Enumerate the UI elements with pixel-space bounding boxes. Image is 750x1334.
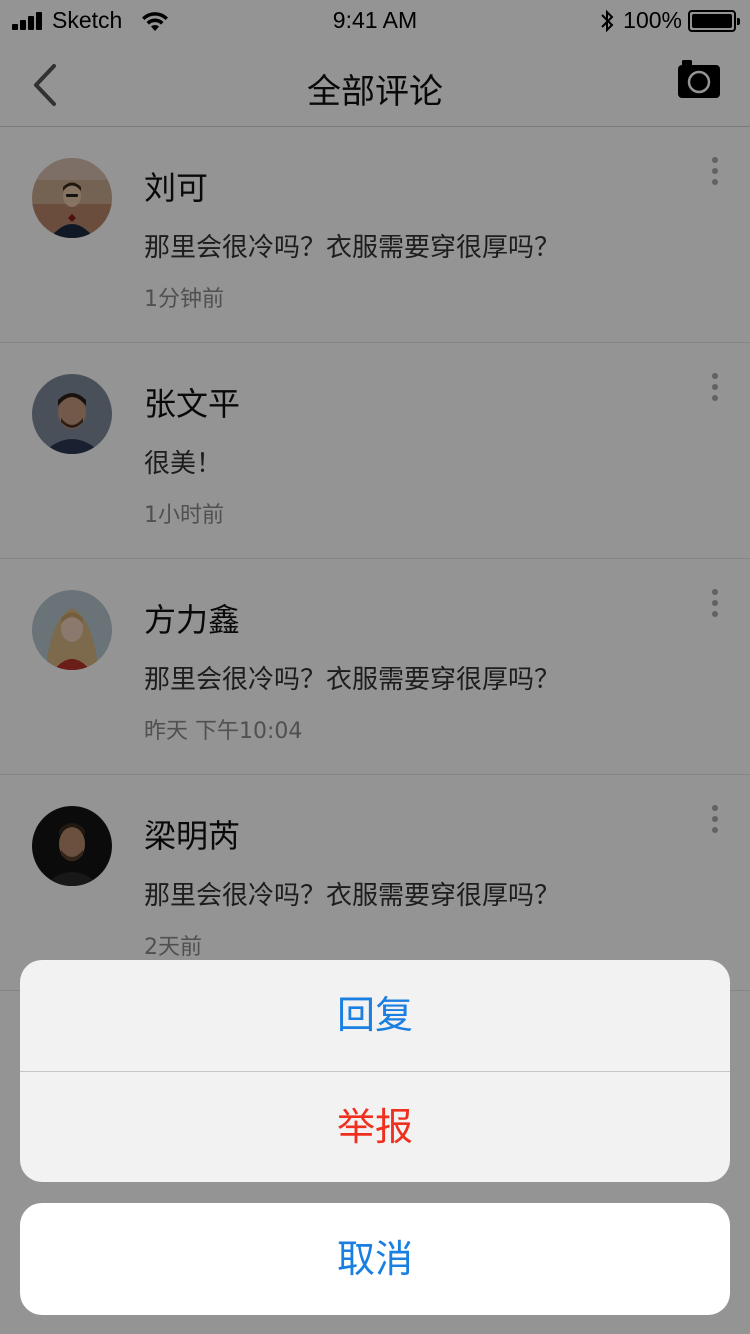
report-button[interactable]: 举报 [20,1071,730,1182]
reply-button[interactable]: 回复 [20,960,730,1071]
cancel-button[interactable]: 取消 [20,1203,730,1315]
action-sheet: 回复 举报 [20,960,730,1182]
